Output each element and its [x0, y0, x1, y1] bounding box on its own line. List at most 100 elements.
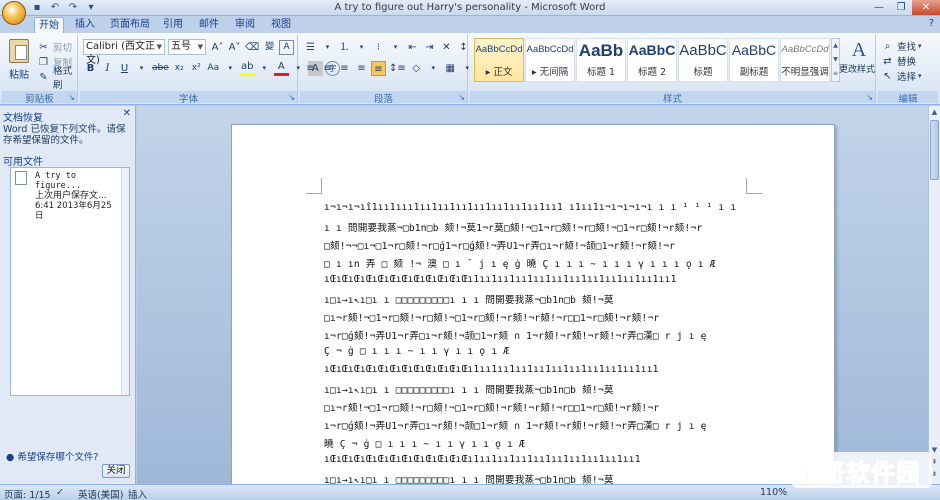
replace-button[interactable]: ⇄ 替换	[880, 53, 916, 69]
tab-page-layout[interactable]: 页面布局	[108, 17, 152, 33]
style-title[interactable]: AaBbC 标题	[678, 38, 728, 82]
tab-mailings[interactable]: 邮件	[196, 17, 222, 33]
bullets-dropdown-icon[interactable]: ▾	[320, 40, 335, 55]
replace-icon: ⇄	[883, 55, 892, 67]
multilevel-dropdown-icon[interactable]: ▾	[388, 40, 403, 55]
style-normal[interactable]: AaBbCcDd ▸ 正文	[474, 38, 524, 82]
close-icon[interactable]: ✕	[123, 108, 131, 119]
tab-review[interactable]: 审阅	[232, 17, 258, 33]
underline-icon[interactable]: U	[117, 61, 132, 76]
style-subtle-emphasis[interactable]: AaBbCcDd 不明显强调	[780, 38, 830, 82]
paste-button[interactable]: 粘贴	[6, 37, 32, 85]
cut-button[interactable]: ✂ 剪切	[36, 39, 72, 55]
styles-gallery-scroll[interactable]: ▲ ▼ ≡	[831, 38, 840, 82]
select-button[interactable]: ↖ 选择 ▾	[880, 68, 921, 84]
highlight-icon[interactable]: ab	[239, 61, 255, 76]
zoom-level[interactable]: 110%	[760, 487, 787, 498]
select-label: 选择	[897, 72, 917, 83]
document-icon	[15, 171, 27, 185]
close-button[interactable]: ✕	[912, 0, 940, 15]
style-heading-1[interactable]: AaBb 标题 1	[576, 38, 626, 82]
align-right-icon[interactable]: ≡	[337, 61, 352, 76]
document-line: ıŒıŒıŒıŒıŒıŒıŒıŒıŒıŒıŒıŒı1ıı1ıı1ıı1ıı1ıı…	[324, 364, 659, 375]
sort-icon[interactable]: ↕	[456, 40, 471, 55]
document-page[interactable]: ı¬ı¬ı¬ıî1ıı1ııı1ıı1ıı1ıı1ıı1ıı1ıı1ıı1ıı1…	[231, 124, 835, 484]
style-no-spacing[interactable]: AaBbCcDd ▸ 无间隔	[525, 38, 575, 82]
borders-icon[interactable]: ▦	[443, 61, 458, 76]
style-sample: AaBbCcDd	[526, 44, 574, 55]
maximize-button[interactable]: ❐	[890, 0, 912, 15]
align-left-icon[interactable]: ≡	[303, 61, 318, 76]
find-button[interactable]: ⌕ 查找 ▾	[880, 38, 922, 54]
superscript-icon[interactable]: x²	[189, 61, 204, 76]
tab-view[interactable]: 视图	[268, 17, 294, 33]
shading-icon[interactable]: ◇	[409, 61, 424, 76]
vertical-scrollbar[interactable]: ▲ ▼ ⇞ ⇟	[928, 106, 940, 484]
grow-font-icon[interactable]: A˄	[210, 40, 225, 55]
close-pane-button[interactable]: 关闭	[102, 464, 130, 478]
align-center-icon[interactable]: ≡	[320, 61, 335, 76]
tab-home[interactable]: 开始	[34, 17, 64, 33]
help-icon[interactable]: ?	[929, 18, 934, 29]
style-subtitle[interactable]: AaBbC 副标题	[729, 38, 779, 82]
language-indicator[interactable]: 英语(美国)	[78, 487, 123, 500]
justify-icon[interactable]: ≡	[354, 61, 369, 76]
italic-icon[interactable]: I	[100, 61, 115, 76]
tab-references[interactable]: 引用	[160, 17, 186, 33]
phonetic-guide-icon[interactable]: 變	[262, 40, 277, 55]
dialog-launcher-icon[interactable]: ↘	[68, 93, 75, 102]
chinese-layout-icon[interactable]: ✕	[439, 40, 454, 55]
font-size-select[interactable]: 五号 ▼	[168, 39, 206, 55]
decrease-indent-icon[interactable]: ⇤	[405, 40, 420, 55]
increase-indent-icon[interactable]: ⇥	[422, 40, 437, 55]
distributed-icon[interactable]: ≡	[371, 60, 386, 76]
tab-insert[interactable]: 插入	[72, 17, 98, 33]
underline-dropdown-icon[interactable]: ▾	[134, 61, 149, 76]
highlight-dropdown-icon[interactable]: ▾	[257, 61, 272, 76]
office-button[interactable]	[2, 1, 26, 25]
line-spacing-icon[interactable]: ↕≡	[388, 61, 407, 76]
paste-label: 粘贴	[9, 70, 29, 81]
numbering-dropdown-icon[interactable]: ▾	[354, 40, 369, 55]
find-label: 查找	[897, 42, 917, 53]
style-name: 标题	[693, 67, 713, 78]
strikethrough-icon[interactable]: abe	[151, 61, 170, 76]
file-version: 上次用户保存文...	[35, 191, 107, 201]
help-link[interactable]: ● 希望保存哪个文件?	[6, 449, 98, 463]
style-name: ▸ 正文	[485, 67, 513, 78]
style-heading-2[interactable]: AaBbC 标题 2	[627, 38, 677, 82]
clear-format-icon[interactable]: ⌫	[244, 40, 260, 55]
subscript-icon[interactable]: x₂	[172, 61, 187, 76]
scroll-up-icon[interactable]: ▲	[929, 106, 940, 118]
page-count[interactable]: 页面: 1/15	[4, 487, 51, 500]
shading-dropdown-icon[interactable]: ▾	[426, 61, 441, 76]
scrollbar-thumb[interactable]	[930, 120, 939, 180]
document-line: □ı¬r颏!¬□1¬r□颏!¬r□颏!¬□1¬r□颏!¬r颏!¬r颏!¬r□□1…	[324, 313, 660, 323]
dialog-launcher-icon[interactable]: ↘	[288, 93, 295, 102]
minimize-button[interactable]: —	[868, 0, 890, 15]
bold-icon[interactable]: B	[83, 61, 98, 76]
available-files-label: 可用文件	[3, 157, 43, 168]
numbering-icon[interactable]: ⒈	[337, 40, 352, 55]
format-painter-button[interactable]: ✎ 格式刷	[36, 66, 77, 91]
multilevel-list-icon[interactable]: ⁝	[371, 40, 386, 55]
document-line: ıŒıŒıŒıŒıŒıŒıŒıŒıŒıŒıŒıŒı1ıı1ıı1ıı1ıı1ıı…	[324, 274, 677, 285]
shrink-font-icon[interactable]: A˅	[227, 40, 242, 55]
paste-icon	[9, 39, 29, 63]
copy-icon: ❐	[39, 56, 48, 68]
enclose-char-icon[interactable]: A	[279, 39, 295, 55]
insert-mode[interactable]: 插入	[128, 487, 147, 500]
change-styles-button[interactable]: A 更改样式	[839, 38, 876, 84]
bullets-icon[interactable]: ☰	[303, 40, 318, 55]
dialog-launcher-icon[interactable]: ↘	[458, 93, 465, 102]
style-sample: AaBbCcDd	[781, 44, 829, 55]
case-dropdown-icon[interactable]: ▾	[223, 61, 238, 76]
dialog-launcher-icon[interactable]: ↘	[866, 93, 873, 102]
list-scrollbar[interactable]	[121, 168, 129, 395]
paragraph-group: ☰ ▾ ⒈ ▾ ⁝ ▾ ⇤ ⇥ ✕ ↕ ¶ ≡ ≡ ≡ ≡ ≡ ↕≡ ◇ ▾ ▦…	[300, 35, 484, 105]
recovered-file-item[interactable]: A try to figure... 上次用户保存文... 6:41 2013年…	[15, 171, 115, 221]
change-case-icon[interactable]: Aa	[206, 61, 221, 76]
proofing-icon[interactable]: ✓	[56, 487, 64, 498]
font-name-select[interactable]: Calibri (西文正文) ▼	[83, 39, 165, 66]
font-color-icon[interactable]: A	[273, 61, 289, 76]
